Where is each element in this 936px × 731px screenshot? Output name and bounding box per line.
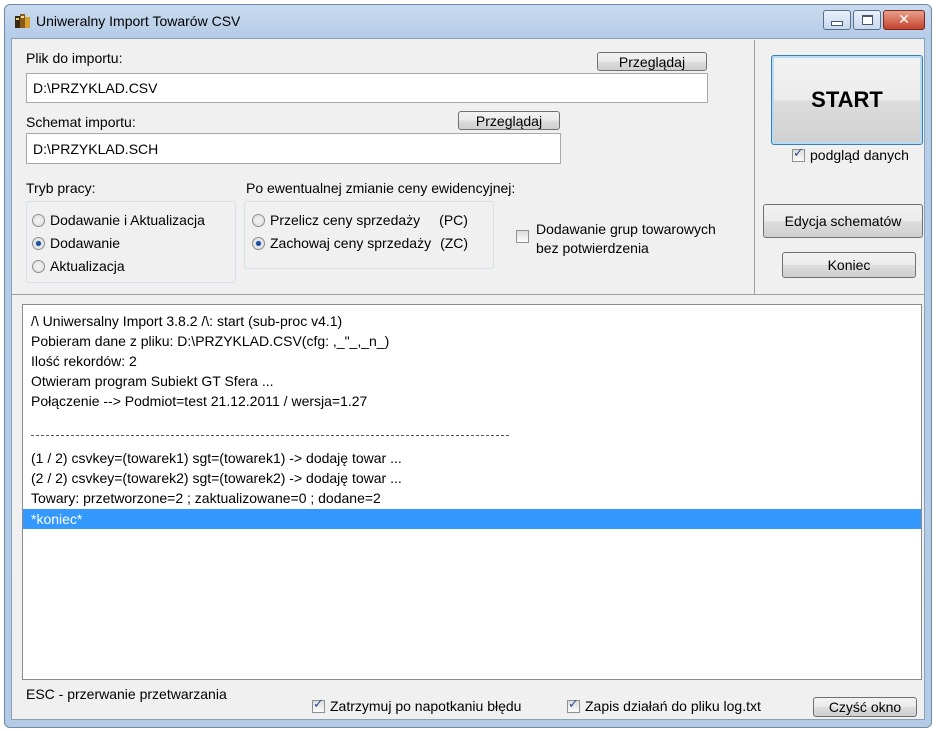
section-divider	[12, 294, 924, 295]
mode-option-update[interactable]: Aktualizacja	[32, 258, 125, 274]
checkbox-icon	[792, 146, 805, 162]
groups-checkbox-label[interactable]: Dodawanie grup towarowych bez potwierdze…	[536, 220, 716, 258]
panel-divider	[754, 40, 755, 294]
log-line[interactable]: Pobieram dane z pliku: D:\PRZYKLAD.CSV(c…	[31, 331, 919, 351]
checkbox-icon	[516, 230, 529, 243]
clear-window-button[interactable]: Czyść okno	[813, 697, 917, 717]
price-option-keep[interactable]: Zachowaj ceny sprzedaży (ZC)	[252, 235, 468, 251]
price-option-recalculate[interactable]: Przelicz ceny sprzedaży (PC)	[252, 212, 468, 228]
log-line[interactable]: Otwieram program Subiekt GT Sfera ...	[31, 371, 919, 391]
close-button[interactable]: ✕	[883, 10, 925, 30]
mode-option-add[interactable]: Dodawanie	[32, 235, 120, 251]
preview-checkbox[interactable]: podgląd danych	[792, 146, 909, 163]
log-list[interactable]: /\ Uniwersalny Import 3.8.2 /\: start (s…	[22, 304, 922, 680]
minimize-button[interactable]	[823, 10, 851, 30]
log-to-file-checkbox[interactable]: Zapis działań do pliku log.txt	[567, 697, 761, 714]
import-file-input[interactable]: D:\PRZYKLAD.CSV	[26, 73, 708, 103]
minimize-icon	[831, 20, 843, 26]
radio-icon	[32, 213, 45, 227]
log-separator	[31, 435, 509, 436]
log-line[interactable]: (2 / 2) csvkey=(towarek2) sgt=(towarek2)…	[31, 468, 919, 488]
radio-icon	[252, 213, 265, 227]
stop-on-error-checkbox[interactable]: Zatrzymuj po napotkaniu błędu	[312, 697, 521, 714]
checkbox-icon	[567, 697, 580, 713]
app-icon	[14, 12, 32, 30]
browse-schema-button[interactable]: Przeglądaj	[458, 111, 560, 130]
log-line[interactable]: /\ Uniwersalny Import 3.8.2 /\: start (s…	[31, 311, 919, 331]
radio-icon	[32, 259, 45, 273]
checkbox-icon	[312, 697, 325, 713]
radio-icon	[252, 236, 265, 250]
window-title: Uniweralny Import Towarów CSV	[36, 13, 241, 29]
radio-icon	[32, 236, 45, 250]
import-file-label: Plik do importu:	[26, 50, 123, 66]
close-icon: ✕	[898, 12, 910, 28]
schema-label: Schemat importu:	[26, 114, 136, 130]
start-button[interactable]: START	[771, 55, 923, 145]
log-line[interactable]: Ilość rekordów: 2	[31, 351, 919, 371]
mode-label: Tryb pracy:	[26, 180, 96, 196]
groups-checkbox[interactable]	[516, 230, 529, 246]
log-line-selected[interactable]: *koniec*	[23, 509, 921, 529]
log-line[interactable]: Towary: przetworzone=2 ; zaktualizowane=…	[31, 488, 919, 508]
price-label: Po ewentualnej zmianie ceny ewidencyjnej…	[246, 180, 516, 196]
edit-schemas-button[interactable]: Edycja schematów	[763, 204, 923, 238]
mode-option-add-update[interactable]: Dodawanie i Aktualizacja	[32, 212, 205, 228]
esc-hint: ESC - przerwanie przetwarzania	[26, 686, 227, 702]
log-line[interactable]: (1 / 2) csvkey=(towarek1) sgt=(towarek1)…	[31, 448, 919, 468]
maximize-icon	[861, 15, 873, 25]
maximize-button[interactable]	[853, 10, 881, 30]
log-line[interactable]: Połączenie --> Podmiot=test 21.12.2011 /…	[31, 391, 919, 411]
schema-input[interactable]: D:\PRZYKLAD.SCH	[26, 133, 561, 164]
end-button[interactable]: Koniec	[782, 252, 916, 278]
browse-import-file-button[interactable]: Przeglądaj	[597, 52, 707, 71]
